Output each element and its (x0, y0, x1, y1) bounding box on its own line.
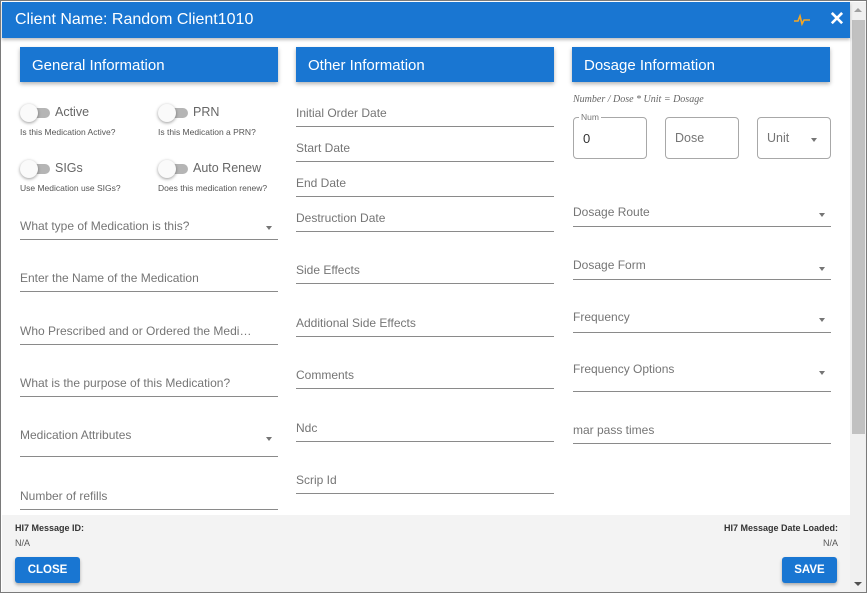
toggle-knob[interactable] (158, 160, 176, 178)
prescriber-input[interactable]: Who Prescribed and or Ordered the Medica… (20, 314, 278, 345)
save-button[interactable]: SAVE (782, 557, 837, 583)
scrollbar-thumb[interactable] (852, 20, 865, 434)
unit-placeholder: Unit (767, 131, 790, 145)
field-label: Ndc (296, 421, 318, 435)
dropdown-arrow-icon (819, 213, 825, 217)
hl7-message-id-label: HI7 Message ID: (15, 523, 85, 533)
frequency-options-select[interactable]: Frequency Options (573, 355, 831, 392)
field-label: Side Effects (296, 263, 360, 277)
unit-select[interactable]: Unit (757, 117, 831, 159)
toggle-hint: Is this Medication a PRN? (158, 127, 256, 137)
medication-type-select[interactable]: What type of Medication is this? (20, 211, 278, 240)
field-label: Number of refills (20, 489, 108, 503)
start-date-input[interactable]: Start Date (296, 136, 554, 162)
num-legend: Num (579, 112, 601, 122)
medication-purpose-input[interactable]: What is the purpose of this Medication? (20, 366, 278, 397)
toggle-hint: Use Medication use SIGs? (20, 183, 121, 193)
dropdown-arrow-icon (819, 318, 825, 322)
initial-order-date-input[interactable]: Initial Order Date (296, 101, 554, 127)
pulse-icon[interactable] (794, 13, 810, 27)
dialog-footer: HI7 Message ID: N/A HI7 Message Date Loa… (2, 515, 850, 592)
num-value: 0 (583, 131, 591, 146)
dosage-information-header: Dosage Information (572, 47, 830, 82)
field-label: Enter the Name of the Medication (20, 271, 199, 285)
close-button[interactable]: CLOSE (15, 557, 80, 583)
field-label: Additional Side Effects (296, 316, 416, 330)
dropdown-arrow-icon (811, 138, 817, 142)
hl7-message-id-value: N/A (15, 538, 31, 548)
medication-dialog: Client Name: Random Client1010 ✕ General… (0, 0, 867, 593)
toggle-knob[interactable] (158, 104, 176, 122)
general-information-header: General Information (20, 47, 278, 82)
dropdown-arrow-icon (819, 267, 825, 271)
dosage-route-select[interactable]: Dosage Route (573, 198, 831, 227)
dosage-formula: Number / Dose * Unit = Dosage (573, 94, 704, 105)
dose-input[interactable]: Dose (665, 117, 739, 159)
mar-pass-times-input[interactable]: mar pass times (573, 415, 831, 444)
other-information-header: Other Information (296, 47, 554, 82)
field-label: Initial Order Date (296, 106, 387, 120)
dropdown-arrow-icon (266, 226, 272, 230)
medication-attributes-select[interactable]: Medication Attributes (20, 419, 278, 457)
scrip-id-input[interactable]: Scrip Id (296, 463, 554, 494)
ndc-input[interactable]: Ndc (296, 411, 554, 442)
num-input[interactable]: Num 0 (573, 112, 647, 159)
side-effects-input[interactable]: Side Effects (296, 253, 554, 284)
toggle-hint: Does this medication renew? (158, 183, 268, 193)
dialog-title: Client Name: Random Client1010 (15, 11, 254, 28)
scroll-up-arrow-icon[interactable] (854, 8, 862, 12)
field-label: Who Prescribed and or Ordered the Medica… (20, 324, 255, 338)
end-date-input[interactable]: End Date (296, 171, 554, 197)
field-label: End Date (296, 176, 347, 190)
field-label: What type of Medication is this? (20, 219, 190, 233)
field-label: Destruction Date (296, 211, 386, 225)
toggle-label: Active (55, 105, 90, 119)
field-label: Frequency Options (573, 362, 675, 376)
hl7-date-loaded-label: HI7 Message Date Loaded: (723, 523, 838, 533)
dropdown-arrow-icon (266, 437, 272, 441)
comments-input[interactable]: Comments (296, 358, 554, 389)
field-label: Comments (296, 368, 355, 382)
field-label: Dosage Form (573, 258, 646, 272)
field-label: Scrip Id (296, 473, 337, 487)
dosage-form-select[interactable]: Dosage Form (573, 251, 831, 280)
field-label: Start Date (296, 141, 351, 155)
field-label: Dosage Route (573, 205, 650, 219)
hl7-date-loaded-value: N/A (822, 538, 838, 548)
toggle-knob[interactable] (20, 104, 38, 122)
frequency-select[interactable]: Frequency (573, 303, 831, 333)
medication-name-input[interactable]: Enter the Name of the Medication (20, 261, 278, 292)
field-label: What is the purpose of this Medication? (20, 376, 231, 390)
close-icon[interactable]: ✕ (828, 10, 846, 30)
dropdown-arrow-icon (819, 371, 825, 375)
vertical-scrollbar[interactable] (850, 2, 866, 592)
refills-input[interactable]: Number of refills (20, 478, 278, 510)
field-label: Medication Attributes (20, 428, 132, 442)
toggle-hint: Is this Medication Active? (20, 127, 116, 137)
field-label: mar pass times (573, 423, 655, 437)
field-label: Frequency (573, 310, 630, 324)
additional-side-effects-input[interactable]: Additional Side Effects (296, 306, 554, 337)
destruction-date-input[interactable]: Destruction Date (296, 206, 554, 232)
toggle-label: Auto Renew (193, 161, 262, 175)
dose-placeholder: Dose (675, 131, 705, 145)
dialog-titlebar: Client Name: Random Client1010 ✕ (2, 2, 850, 38)
toggle-knob[interactable] (20, 160, 38, 178)
scroll-down-arrow-icon[interactable] (854, 582, 862, 586)
toggle-label: PRN (193, 105, 220, 119)
toggle-label: SIGs (55, 161, 83, 175)
